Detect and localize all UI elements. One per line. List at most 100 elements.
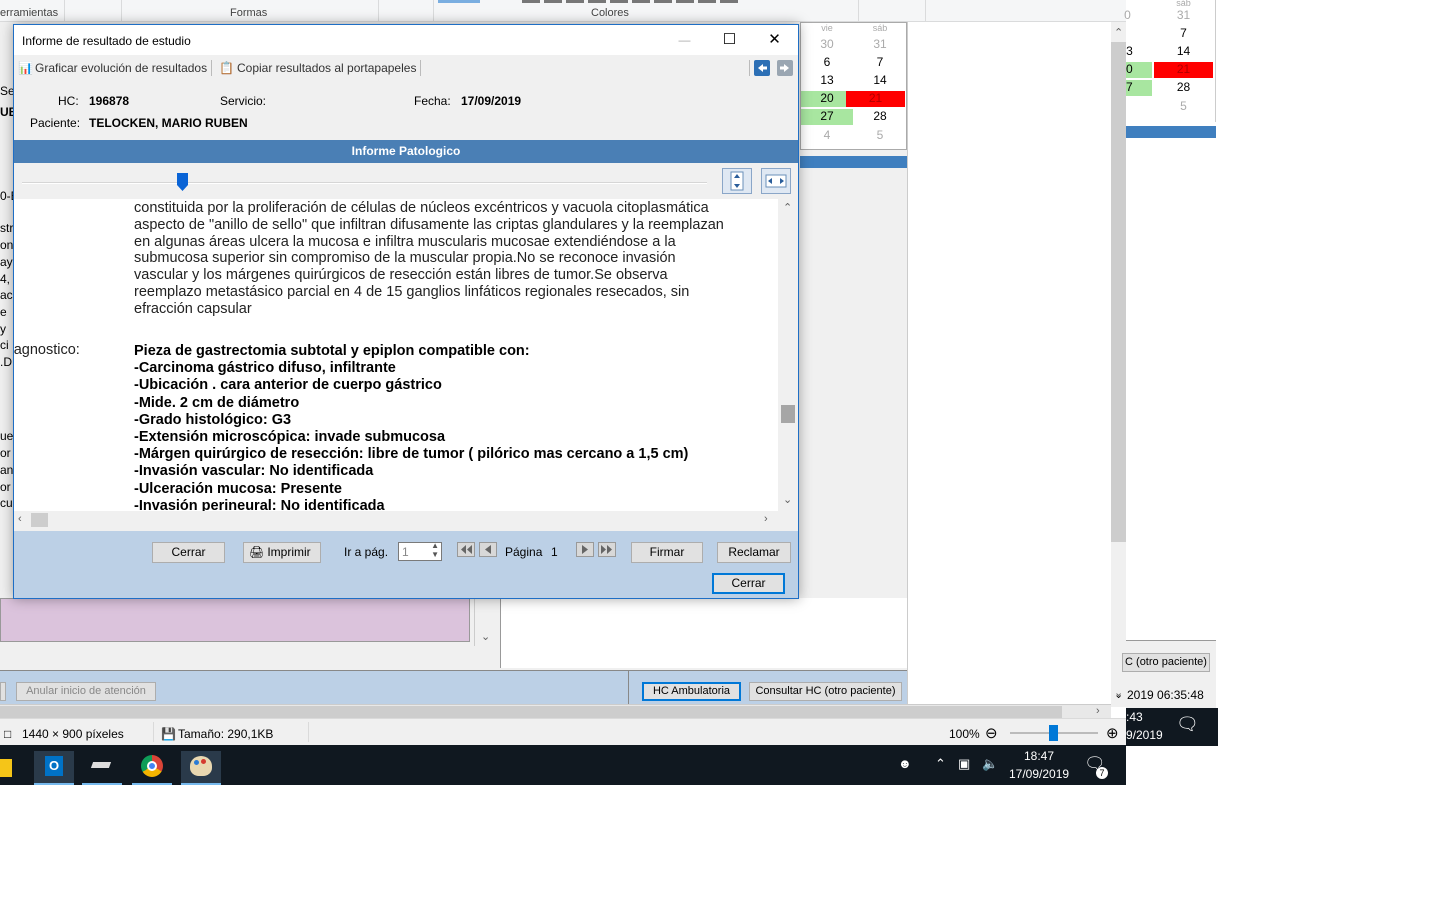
- calendar-day[interactable]: 6: [801, 55, 853, 69]
- outlook-icon[interactable]: O: [34, 751, 74, 785]
- calendar-day[interactable]: 0: [1126, 62, 1152, 78]
- calendar-day[interactable]: 7: [1126, 80, 1152, 96]
- chevron-right-icon[interactable]: ›: [764, 513, 768, 525]
- next-page-icon[interactable]: [576, 542, 594, 557]
- copy-icon[interactable]: 📋: [219, 61, 234, 75]
- firmar-button[interactable]: Firmar: [631, 542, 703, 563]
- chevron-left-icon[interactable]: ‹: [18, 513, 22, 525]
- consultar-hc-button-right[interactable]: C (otro paciente): [1122, 653, 1210, 672]
- chevron-up-icon[interactable]: ⌃: [935, 756, 946, 772]
- chevron-right-icon[interactable]: ›: [1096, 705, 1100, 717]
- cerrar-button-secondary[interactable]: Cerrar: [152, 542, 225, 563]
- calendar-day[interactable]: 7: [854, 55, 906, 69]
- ribbon-group-colors[interactable]: Colores: [591, 7, 629, 19]
- background-scrollbar[interactable]: ⌄: [474, 598, 496, 646]
- background-horizontal-scrollbar[interactable]: ›: [0, 704, 1111, 718]
- back-arrow-icon[interactable]: [754, 60, 770, 76]
- background-button[interactable]: [0, 682, 6, 701]
- taskbar-time[interactable]: 18:47: [1024, 749, 1054, 763]
- zoom-slider-track[interactable]: [22, 182, 707, 184]
- calendar-day[interactable]: 5: [854, 128, 906, 142]
- dialog-titlebar[interactable]: Informe de resultado de estudio — ☐ ✕: [14, 25, 798, 55]
- calendar-day[interactable]: 28: [1156, 80, 1211, 94]
- color-swatch[interactable]: [610, 0, 628, 3]
- chrome-icon[interactable]: [132, 751, 172, 785]
- scrollbar-thumb[interactable]: [781, 405, 795, 423]
- calendar-day[interactable]: 7: [1156, 26, 1211, 40]
- cerrar-button[interactable]: Cerrar: [712, 573, 785, 594]
- volume-icon[interactable]: 🔈: [982, 756, 998, 772]
- imprimir-button[interactable]: 🖨 Imprimir: [243, 542, 321, 563]
- calendar-day[interactable]: 14: [854, 73, 906, 87]
- ribbon-group-shapes[interactable]: Formas: [230, 7, 267, 19]
- chevron-down-icon[interactable]: ⌄: [783, 493, 792, 506]
- spin-up-icon[interactable]: ▲: [431, 541, 439, 550]
- calendar-day[interactable]: 30: [801, 37, 853, 51]
- color-swatch[interactable]: [698, 0, 716, 3]
- calendar-day[interactable]: 14: [1156, 44, 1211, 58]
- calendar-day[interactable]: 21: [846, 91, 905, 107]
- scrollbar-thumb[interactable]: [31, 513, 48, 527]
- chevron-down-icon[interactable]: ⌄: [481, 630, 490, 643]
- scrollbar-thumb[interactable]: [0, 706, 1062, 718]
- paint-icon[interactable]: [181, 751, 221, 785]
- calendar-day[interactable]: 31: [854, 37, 906, 51]
- color-swatch[interactable]: [632, 0, 650, 3]
- fit-height-button[interactable]: [722, 168, 752, 194]
- zoom-slider-thumb[interactable]: [177, 173, 188, 191]
- color-swatch[interactable]: [438, 0, 480, 3]
- color-swatch[interactable]: [566, 0, 584, 3]
- first-page-icon[interactable]: [457, 542, 475, 557]
- reclamar-button[interactable]: Reclamar: [717, 542, 791, 563]
- zoom-out-icon[interactable]: ⊖: [985, 724, 998, 742]
- fit-width-button[interactable]: [761, 168, 791, 194]
- background-bottom-bar-right: HC Ambulatoria Consultar HC (otro pacien…: [628, 670, 908, 704]
- calendar-day[interactable]: 28: [854, 109, 906, 123]
- zoom-slider-thumb[interactable]: [1049, 725, 1058, 741]
- calendar-day[interactable]: 0: [1100, 8, 1155, 22]
- calendar-day[interactable]: 3: [1102, 44, 1157, 58]
- calendar-day[interactable]: 4: [801, 128, 853, 142]
- ribbon-group-tools[interactable]: erramientas: [0, 7, 58, 19]
- forward-arrow-icon[interactable]: [777, 60, 793, 76]
- color-swatch[interactable]: [522, 0, 540, 3]
- background-vertical-scrollbar[interactable]: ⌃ ⌄: [1111, 22, 1126, 707]
- calendar-day[interactable]: 31: [1156, 8, 1211, 22]
- color-swatch[interactable]: [720, 0, 738, 3]
- consultar-hc-button[interactable]: Consultar HC (otro paciente): [749, 682, 902, 701]
- maximize-button[interactable]: ☐: [707, 25, 752, 55]
- imprimir-label: Imprimir: [267, 545, 311, 559]
- anular-inicio-button[interactable]: Anular inicio de atención: [16, 682, 156, 701]
- hc-ambulatoria-button[interactable]: HC Ambulatoria: [642, 682, 741, 701]
- file-explorer-icon[interactable]: [0, 751, 30, 785]
- color-swatch[interactable]: [544, 0, 562, 3]
- spin-down-icon[interactable]: ▼: [431, 550, 439, 559]
- color-swatch[interactable]: [676, 0, 694, 3]
- chevron-down-icon[interactable]: ⌄: [1114, 688, 1123, 701]
- close-button[interactable]: ✕: [752, 25, 797, 55]
- calendar-day[interactable]: 13: [801, 73, 853, 87]
- taskbar-date[interactable]: 17/09/2019: [1009, 767, 1069, 781]
- calendar-day[interactable]: 21: [1154, 62, 1213, 78]
- chevron-up-icon[interactable]: ⌃: [783, 201, 792, 214]
- calendar-day[interactable]: 27: [801, 109, 853, 125]
- notification-icon[interactable]: 🗨: [1176, 714, 1199, 735]
- chevron-up-icon[interactable]: ⌃: [1114, 26, 1123, 39]
- scrollbar-thumb[interactable]: [1111, 42, 1126, 542]
- document-horizontal-scrollbar[interactable]: ‹ ›: [14, 511, 778, 529]
- color-swatch[interactable]: [588, 0, 606, 3]
- app-icon[interactable]: [82, 751, 122, 785]
- previous-page-icon[interactable]: [479, 542, 497, 557]
- last-page-icon[interactable]: [598, 542, 616, 557]
- document-vertical-scrollbar[interactable]: ⌃ ⌄: [778, 199, 798, 511]
- copy-results-button[interactable]: Copiar resultados al portapapeles: [237, 61, 416, 75]
- calendar-day[interactable]: 5: [1156, 99, 1211, 113]
- color-swatch[interactable]: [654, 0, 672, 3]
- network-icon[interactable]: ▣: [958, 756, 970, 772]
- page-number-input[interactable]: 1 ▲ ▼: [398, 541, 442, 561]
- minimize-button[interactable]: —: [662, 25, 707, 55]
- people-icon[interactable]: ☻: [898, 756, 912, 771]
- zoom-in-icon[interactable]: ⊕: [1106, 724, 1119, 742]
- graph-evolution-button[interactable]: Graficar evolución de resultados: [35, 61, 207, 75]
- chart-icon[interactable]: 📊: [18, 61, 33, 75]
